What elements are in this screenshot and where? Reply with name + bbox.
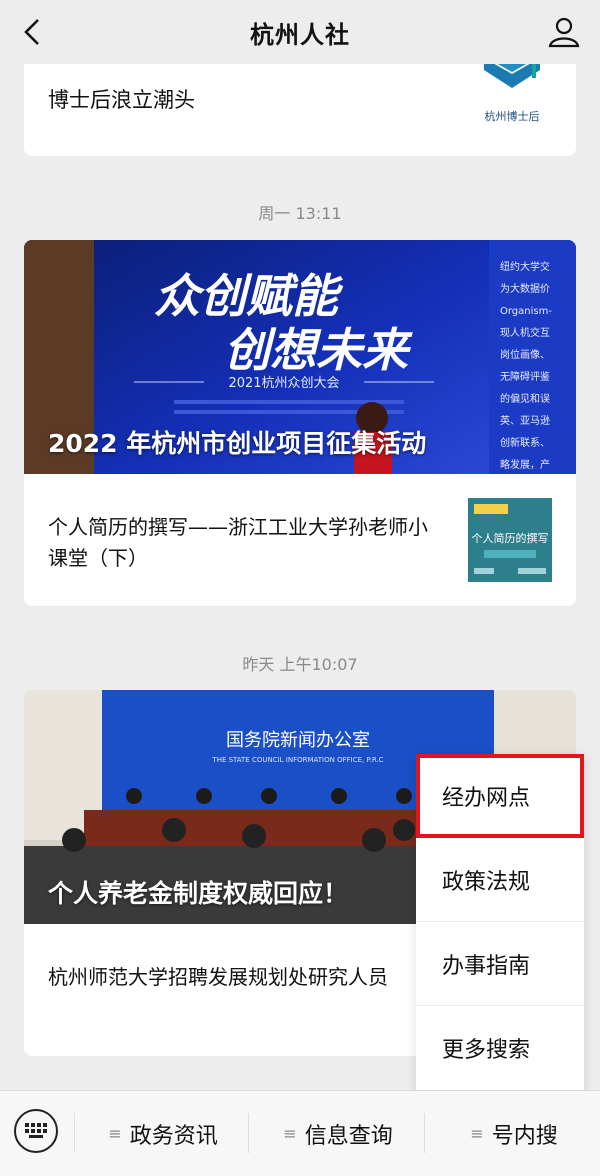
- back-icon[interactable]: [14, 14, 50, 50]
- article-group-card[interactable]: 纽约大学交 为大数据价 Organism- 现人机交互 岗位画像、 无障碍评鉴 …: [24, 240, 576, 606]
- page-title: 杭州人社: [250, 20, 350, 49]
- menu-item-policies[interactable]: 政策法规: [416, 838, 584, 922]
- svg-text:纽约大学交: 纽约大学交: [500, 260, 550, 273]
- divider: [74, 1113, 75, 1153]
- svg-text:的偏见和误: 的偏见和误: [500, 392, 550, 405]
- search-popup-menu: 经办网点 政策法规 办事指南 更多搜索: [416, 754, 584, 1092]
- hero-big-text: 创想未来: [224, 323, 413, 377]
- hero-big-text: 众创赋能: [154, 269, 344, 323]
- menu-button-search[interactable]: ≡ 号内搜: [428, 1091, 600, 1176]
- menu-button-query[interactable]: ≡ 信息查询: [252, 1091, 424, 1176]
- hero-banner-en: THE STATE COUNCIL INFORMATION OFFICE, P.…: [211, 756, 383, 764]
- timestamp: 周一 13:11: [258, 204, 342, 223]
- hero-banner-text: 国务院新闻办公室: [226, 730, 370, 751]
- hero-caption: 2022 年杭州市创业项目征集活动: [48, 429, 427, 458]
- menu-lines-icon: ≡: [283, 1124, 297, 1143]
- timestamp: 昨天 上午10:07: [242, 655, 358, 674]
- menu-button-news[interactable]: ≡ 政务资讯: [78, 1091, 248, 1176]
- menu-item-service-outlets[interactable]: 经办网点: [416, 754, 584, 838]
- hero-caption: 个人养老金制度权威回应！: [48, 879, 349, 908]
- sub-article[interactable]: 个人简历的撰写——浙江工业大学孙老师小课堂（下） 个人简历的撰写: [24, 474, 576, 606]
- menu-item-more-search[interactable]: 更多搜索: [416, 1006, 584, 1090]
- hero-image[interactable]: 纽约大学交 为大数据价 Organism- 现人机交互 岗位画像、 无障碍评鉴 …: [24, 240, 576, 474]
- thumbnail-label: 个人简历的撰写: [472, 531, 549, 545]
- svg-text:英、亚马逊: 英、亚马逊: [500, 414, 550, 427]
- bottom-menu-bar: ≡ 政务资讯 ≡ 信息查询 ≡ 号内搜: [0, 1090, 600, 1176]
- sub-article-title: 个人简历的撰写——浙江工业大学孙老师小课堂（下）: [48, 515, 428, 570]
- keyboard-icon[interactable]: [14, 1109, 58, 1153]
- menu-button-label: 信息查询: [304, 1123, 393, 1149]
- top-nav-bar: 杭州人社: [0, 0, 600, 64]
- svg-text:创新联系、: 创新联系、: [500, 436, 550, 449]
- article-card[interactable]: 博士后浪立潮头 杭州博士后: [24, 64, 576, 156]
- user-icon[interactable]: [544, 12, 584, 52]
- menu-button-label: 政务资讯: [129, 1123, 218, 1149]
- hero-event-text: 2021杭州众创大会: [228, 376, 339, 391]
- thumbnail-label: 杭州博士后: [485, 109, 540, 123]
- svg-text:略发展，产: 略发展，产: [500, 458, 550, 471]
- svg-text:为大数据价: 为大数据价: [500, 282, 550, 295]
- menu-button-label: 号内搜: [491, 1123, 558, 1149]
- sub-article-thumbnail: 个人简历的撰写: [468, 498, 552, 582]
- article-title: 博士后浪立潮头: [48, 88, 195, 112]
- svg-text:无障碍评鉴: 无障碍评鉴: [500, 370, 550, 383]
- menu-lines-icon: ≡: [470, 1124, 484, 1143]
- sub-article-title: 杭州师范大学招聘发展规划处研究人员: [48, 965, 388, 989]
- article-thumbnail: 杭州博士后: [470, 64, 554, 126]
- svg-text:现人机交互: 现人机交互: [500, 326, 550, 339]
- menu-item-guides[interactable]: 办事指南: [416, 922, 584, 1006]
- svg-text:岗位画像、: 岗位画像、: [500, 348, 550, 361]
- svg-text:Organism-: Organism-: [500, 306, 552, 317]
- divider: [248, 1113, 249, 1153]
- menu-lines-icon: ≡: [108, 1124, 122, 1143]
- divider: [424, 1113, 425, 1153]
